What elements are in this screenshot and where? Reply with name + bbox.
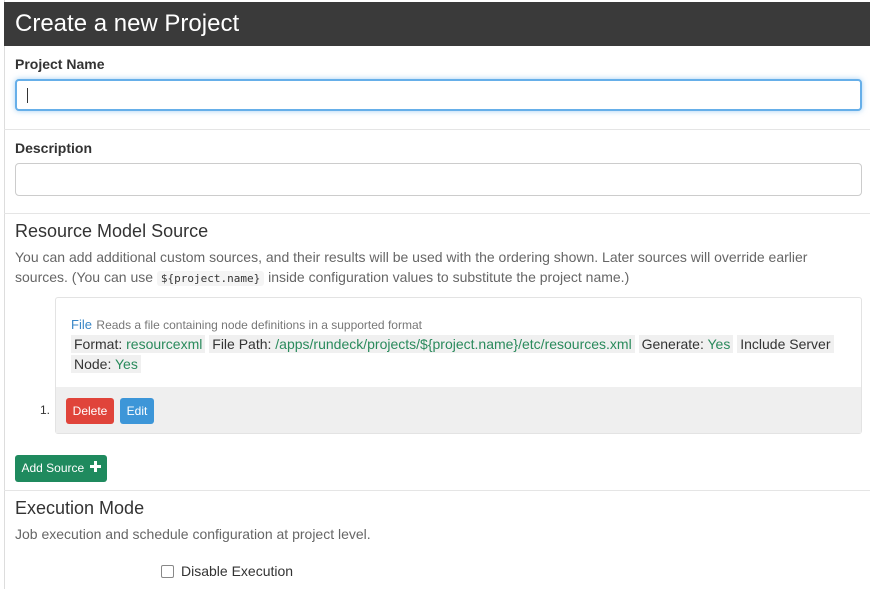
divider <box>4 213 870 214</box>
config-include-key-1: Include Server <box>740 336 831 352</box>
help-text-pre: sources. (You can use <box>15 269 154 285</box>
add-source-label: Add Source <box>21 461 85 475</box>
source-index: 1. <box>40 403 51 417</box>
resource-source-panel: File Reads a file containing node defini… <box>55 297 862 434</box>
resource-model-help: You can add additional custom sources, a… <box>15 247 855 289</box>
plus-icon <box>89 455 101 482</box>
project-name-token: ${project.name} <box>156 271 265 286</box>
source-config: Format: resourcexml File Path: /apps/run… <box>71 334 851 374</box>
edit-source-button[interactable]: Edit <box>120 398 154 424</box>
text-caret <box>27 88 28 103</box>
description-input[interactable] <box>15 163 862 196</box>
config-include-value: Yes <box>115 356 138 372</box>
page-header: Create a new Project <box>4 2 870 46</box>
execution-mode-title: Execution Mode <box>15 498 145 518</box>
project-name-input[interactable] <box>15 79 862 111</box>
config-include-key-2: Node: <box>74 356 112 372</box>
add-source-button[interactable]: Add Source <box>15 455 107 482</box>
delete-source-button[interactable]: Delete <box>66 398 114 424</box>
config-format: Format: resourcexml <box>71 335 206 353</box>
project-name-label: Project Name <box>15 56 105 72</box>
config-generate: Generate: Yes <box>638 335 734 353</box>
config-include-server: Include Server <box>737 335 834 353</box>
config-format-key: Format: <box>74 336 123 352</box>
config-file-path-key: File Path: <box>212 336 272 352</box>
config-generate-value: Yes <box>707 336 731 352</box>
source-summary: File Reads a file containing node defini… <box>71 316 851 334</box>
description-label: Description <box>15 140 93 156</box>
disable-execution-checkbox[interactable] <box>161 565 174 578</box>
resource-model-title: Resource Model Source <box>15 221 209 241</box>
config-file-path-value: /apps/rundeck/projects/${project.name}/e… <box>275 336 632 352</box>
config-file-path: File Path: /apps/rundeck/projects/${proj… <box>209 335 635 353</box>
config-format-value: resourcexml <box>126 336 203 352</box>
execution-mode-help: Job execution and schedule configuration… <box>15 526 371 542</box>
config-include-server-cont: Node: Yes <box>71 355 141 373</box>
page-left-border <box>4 0 5 589</box>
config-generate-key: Generate: <box>641 336 704 352</box>
source-type-name: File <box>71 317 92 332</box>
help-text-post: inside configuration values to substitut… <box>268 269 630 285</box>
resource-model-help-line2: sources. (You can use ${project.name} in… <box>15 267 855 289</box>
disable-execution-label[interactable]: Disable Execution <box>181 563 293 579</box>
resource-model-help-line1: You can add additional custom sources, a… <box>15 249 808 265</box>
divider <box>4 490 870 491</box>
divider <box>4 129 870 130</box>
source-actions-bar <box>56 387 861 433</box>
page-title: Create a new Project <box>15 10 240 37</box>
source-type-description: Reads a file containing node definitions… <box>96 318 422 332</box>
